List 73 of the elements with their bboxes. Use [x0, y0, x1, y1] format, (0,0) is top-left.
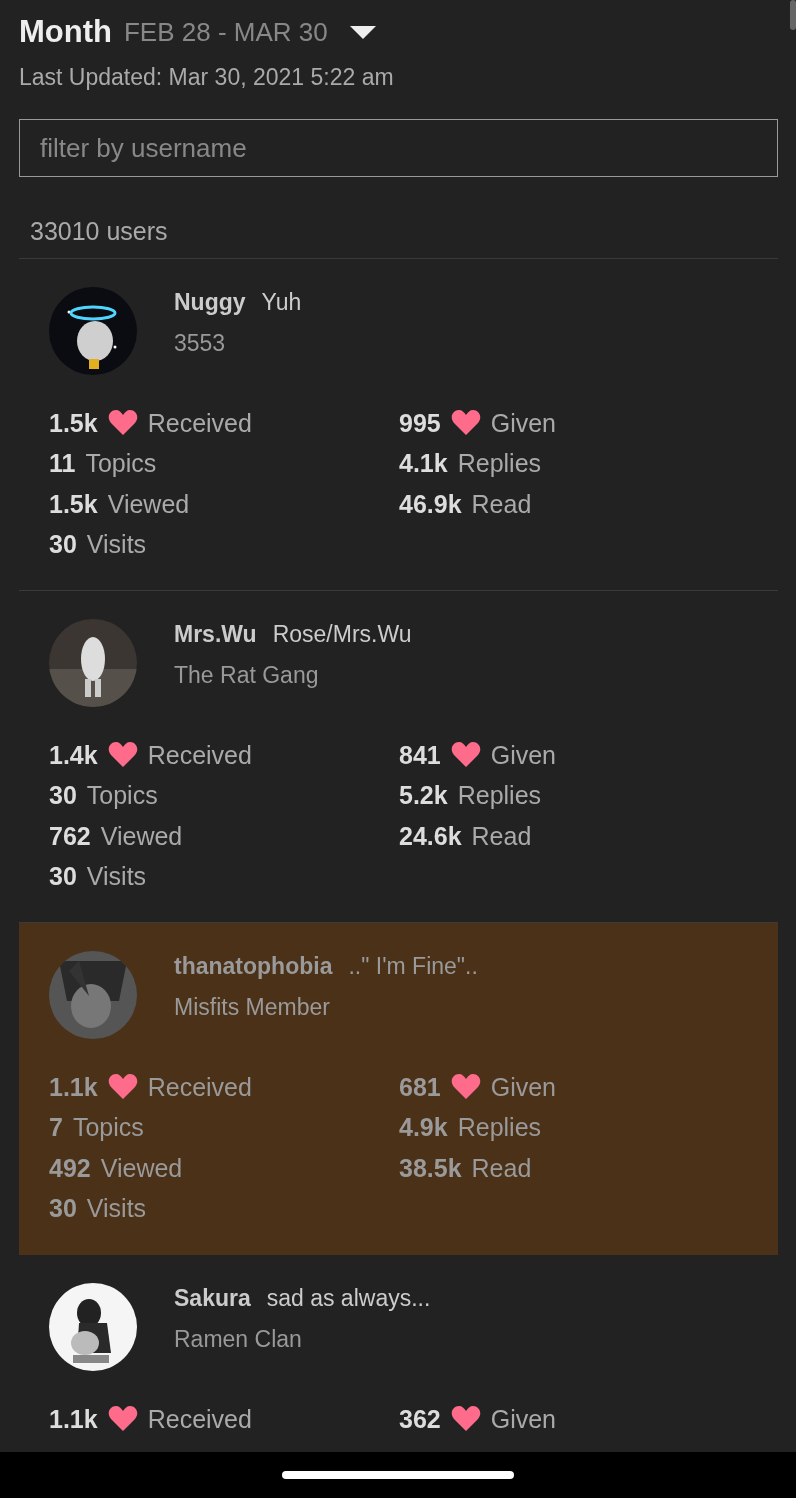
stat-value: 46.9k	[399, 490, 462, 518]
period-title: Month	[19, 14, 112, 50]
stat-label: Viewed	[107, 490, 190, 518]
stat-value: 24.6k	[399, 822, 462, 850]
stat-label: Received	[147, 409, 252, 437]
stat-value: 4.1k	[399, 450, 448, 478]
username-link[interactable]: Sakura	[174, 1285, 251, 1312]
stat-label: Read	[471, 490, 532, 518]
date-range: FEB 28 - MAR 30	[123, 16, 328, 48]
heart-icon	[450, 742, 481, 769]
stat-value: 7	[49, 1114, 63, 1142]
user-title: Yuh	[261, 289, 302, 316]
filter-input-field[interactable]: filter by username	[19, 119, 778, 177]
heart-icon	[107, 1406, 138, 1433]
stat-label: Replies	[457, 450, 542, 478]
heart-icon	[450, 1406, 481, 1433]
username-link[interactable]: thanatophobia	[174, 953, 333, 980]
last-updated-text: Last Updated: Mar 30, 2021 5:22 am	[19, 64, 395, 91]
heart-icon	[107, 1074, 138, 1101]
stat-label: Read	[471, 822, 532, 850]
user-title: sad as always...	[266, 1285, 431, 1312]
stat-value: 4.9k	[399, 1114, 448, 1142]
stat-value: 1.5k	[49, 409, 98, 437]
user-count: 33010 users	[19, 177, 778, 259]
stat-value: 841	[399, 741, 441, 769]
stat-value: 1.5k	[49, 490, 98, 518]
stat-value: 5.2k	[399, 782, 448, 810]
stat-value: 38.5k	[399, 1154, 462, 1182]
stat-value: 30	[49, 1195, 77, 1223]
username-link[interactable]: Nuggy	[174, 289, 246, 316]
stat-label: Topics	[86, 782, 158, 810]
stat-label: Topics	[72, 1114, 144, 1142]
username-link[interactable]: Mrs.Wu	[174, 621, 257, 648]
stat-value: 30	[49, 863, 77, 891]
heart-icon	[450, 410, 481, 437]
stat-value: 995	[399, 409, 441, 437]
stat-value: 762	[49, 822, 91, 850]
stat-value: 362	[399, 1405, 441, 1433]
stat-label: Given	[490, 1405, 557, 1433]
stat-value: 681	[399, 1073, 441, 1101]
stat-label: Received	[147, 741, 252, 769]
stat-label: Visits	[86, 863, 147, 891]
stat-value: 1.4k	[49, 741, 98, 769]
user-title: Rose/Mrs.Wu	[272, 621, 412, 648]
heart-icon	[450, 1074, 481, 1101]
user-subtitle: The Rat Gang	[174, 662, 320, 689]
user-subtitle: Misfits Member	[174, 994, 331, 1021]
stat-label: Replies	[457, 782, 542, 810]
user-subtitle: 3553	[174, 330, 227, 357]
stat-label: Topics	[85, 450, 157, 478]
stat-label: Received	[147, 1405, 252, 1433]
stat-label: Received	[147, 1073, 252, 1101]
stat-value: 30	[49, 531, 77, 559]
user-subtitle: Ramen Clan	[174, 1326, 303, 1353]
stat-label: Given	[490, 1073, 557, 1101]
user-title: .." I'm Fine"..	[348, 953, 478, 980]
stat-value: 1.1k	[49, 1405, 98, 1433]
stat-label: Given	[490, 409, 557, 437]
heart-icon	[107, 742, 138, 769]
stat-label: Given	[490, 741, 557, 769]
stat-value: 492	[49, 1154, 91, 1182]
stat-label: Read	[471, 1154, 532, 1182]
stat-value: 11	[49, 450, 76, 478]
stat-label: Viewed	[100, 1154, 183, 1182]
dropdown-caret-icon[interactable]	[349, 24, 376, 40]
heart-icon	[107, 410, 138, 437]
stat-label: Visits	[86, 1195, 147, 1223]
stat-label: Replies	[457, 1114, 542, 1142]
stat-label: Viewed	[100, 822, 183, 850]
stat-label: Visits	[86, 531, 147, 559]
scrollbar	[790, 0, 796, 30]
stat-value: 1.1k	[49, 1073, 98, 1101]
stat-value: 30	[49, 782, 77, 810]
